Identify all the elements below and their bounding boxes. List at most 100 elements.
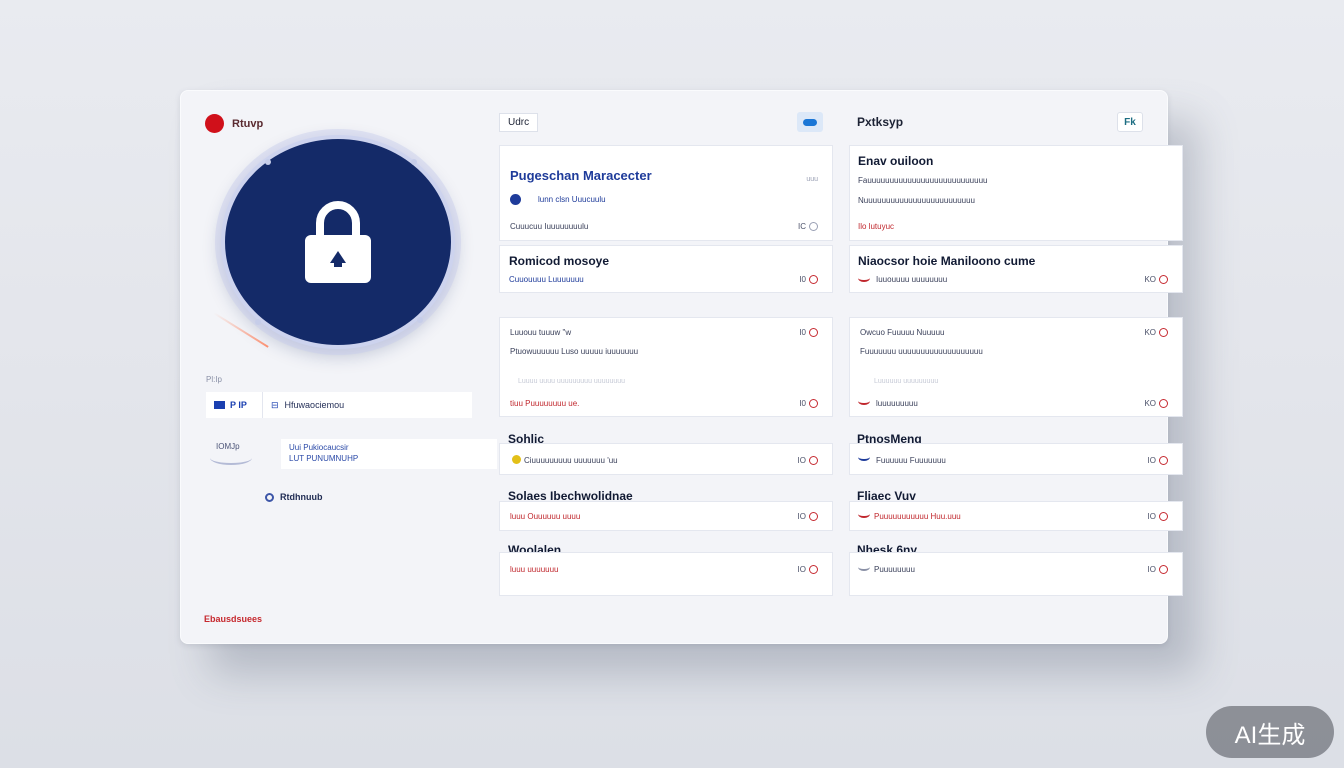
- kpi-ring-icon: [809, 456, 818, 465]
- card-faint: Luuuuuu uuuuuuuuu: [874, 378, 939, 385]
- kpi-ring-icon: [809, 275, 818, 284]
- arc-icon: [858, 274, 870, 282]
- status-dot-icon: [510, 194, 521, 205]
- col1-card-3[interactable]: Luuouu tuuuw "w I0 Ptuowuuuuuu Luso uuuu…: [499, 317, 833, 417]
- connection-label: IOMJp: [216, 442, 240, 451]
- arc-icon: [858, 397, 870, 405]
- locale-code: P IP: [230, 400, 247, 410]
- row-sub: Puuuuuuuuuuu Huu.uuu: [874, 512, 961, 521]
- col1-row-2[interactable]: luuu Ouuuuuu uuuu IO: [499, 501, 833, 531]
- radio-option[interactable]: Rtdhnuub: [265, 492, 322, 502]
- card-line-2: Nuuuuuuuuuuuuuuuuuuuuuuuuu: [858, 196, 976, 205]
- handle-dot: [417, 317, 423, 323]
- card-kpi: I0: [799, 328, 818, 337]
- kpi-value: IO: [797, 565, 806, 574]
- kpi-value: IO: [797, 512, 806, 521]
- col2-card-3[interactable]: Owcuo Fuuuuu Nuuuuu KO Fuuuuuuu uuuuuuuu…: [849, 317, 1183, 417]
- col2-row-2[interactable]: Puuuuuuuuuuu Huu.uuu IO: [849, 501, 1183, 531]
- curve-icon: [210, 451, 252, 465]
- kpi-ring-icon: [809, 222, 818, 231]
- card-line-1: Luuouu tuuuw "w: [510, 328, 572, 337]
- card-line-3: Ilo lutuyuc: [858, 222, 895, 231]
- col1-card-1[interactable]: Pugeschan Maracecter uuu lunn clsn Uuucu…: [499, 145, 833, 241]
- card-kpi: I0: [799, 399, 818, 408]
- row-kpi: IO: [1148, 565, 1168, 574]
- app-window: Rtuvp Pl:Ip P IP ⊟ Hfuwaociemou IOMJp Uu…: [180, 90, 1183, 644]
- col1-row-1[interactable]: Ciuuuuuuuuu uuuuuuu 'uu IO: [499, 443, 833, 475]
- card-title: Enav ouiloon: [858, 154, 934, 168]
- padlock-icon: [305, 201, 371, 283]
- col2-card-1[interactable]: Enav ouiloon Fauuuuuuuuuuuuuuuuuuuuuuuuu…: [849, 145, 1183, 241]
- kpi-ring-icon: [1159, 328, 1168, 337]
- arc-icon: [858, 510, 870, 518]
- card-line-2: Cuuucuu Iuuuuuuuulu: [510, 222, 589, 231]
- col2-card-2[interactable]: Niaocsor hoie Maniloono cume Iuuouuuu uu…: [849, 245, 1183, 293]
- col1-card-2[interactable]: Romicod mosoye Cuuouuuu Luuuuuuu I0: [499, 245, 833, 293]
- kpi-value: IO: [1147, 456, 1156, 465]
- card-kpi: KO: [1144, 328, 1168, 337]
- row-sub: Ciuuuuuuuuu uuuuuuu 'uu: [524, 456, 618, 465]
- row-kpi: IO: [798, 456, 818, 465]
- kpi-value: IC: [798, 222, 806, 231]
- radio-label: Rtdhnuub: [280, 492, 323, 502]
- card-kpi: KO: [1144, 399, 1168, 408]
- row-sub: Puuuuuuuu: [874, 565, 915, 574]
- locale-row[interactable]: P IP ⊟ Hfuwaociemou: [206, 392, 472, 418]
- kpi-value: I0: [799, 328, 806, 337]
- card-line-1: Fauuuuuuuuuuuuuuuuuuuuuuuuuuu: [858, 176, 988, 185]
- col2-row-3[interactable]: Puuuuuuuu IO: [849, 552, 1183, 596]
- divider: [262, 392, 263, 418]
- kpi-ring-icon: [1159, 565, 1168, 574]
- radio-icon: [265, 492, 274, 502]
- toggle-button[interactable]: [797, 112, 823, 132]
- brand[interactable]: Rtuvp: [205, 114, 263, 133]
- col1-row-3[interactable]: luuu uuuuuuu IO: [499, 552, 833, 596]
- card-line-2: Ptuowuuuuuu Luso uuuuu iuuuuuuu: [510, 347, 639, 356]
- card-meta: uuu: [806, 176, 818, 183]
- card-line-1: Owcuo Fuuuuu Nuuuuu: [860, 328, 945, 337]
- flag-icon: [214, 401, 225, 409]
- card-title: Romicod mosoye: [509, 254, 610, 268]
- card-kpi: IC: [798, 222, 818, 231]
- desktop-stage: Rtuvp Pl:Ip P IP ⊟ Hfuwaociemou IOMJp Uu…: [0, 0, 1344, 768]
- kpi-ring-icon: [809, 399, 818, 408]
- arc-icon: [858, 563, 870, 571]
- ai-watermark: AI生成: [1206, 706, 1334, 758]
- filter-button[interactable]: Fk: [1117, 112, 1143, 132]
- brand-name: Rtuvp: [232, 117, 264, 130]
- card-faint: Luuuu uuuu uuuuuuuuu uuuuuuuu: [518, 378, 626, 385]
- card-kpi: I0: [799, 275, 818, 284]
- kpi-ring-icon: [809, 512, 818, 521]
- kpi-value: KO: [1144, 328, 1156, 337]
- card-title: Niaocsor hoie Maniloono cume: [858, 254, 1036, 268]
- kpi-ring-icon: [809, 328, 818, 337]
- col1-tag[interactable]: Udrc: [499, 112, 539, 132]
- row-sub: luuu Ouuuuuu uuuu: [510, 512, 581, 521]
- toggle-icon: [803, 118, 817, 126]
- kpi-value: IO: [1147, 565, 1156, 574]
- handle-dot: [265, 159, 271, 165]
- kpi-ring-icon: [1159, 456, 1168, 465]
- row-kpi: IO: [1148, 456, 1168, 465]
- shield-icon: ⊟: [271, 399, 279, 410]
- kpi-value: I0: [799, 275, 806, 284]
- row-kpi: IO: [1148, 512, 1168, 521]
- card-line-3: tiuu Puuuuuuuu ue.: [510, 399, 580, 408]
- row-sub: luuu uuuuuuu: [510, 565, 559, 574]
- kpi-value: IO: [1147, 512, 1156, 521]
- col2-header: Pxtksyp Fk: [857, 112, 1143, 132]
- col2-row-1[interactable]: Fuuuuuu Fuuuuuuu IO: [849, 443, 1183, 475]
- connection-box[interactable]: Uui Pukiocaucsir LUT PUNUMNUHP: [281, 439, 497, 469]
- kpi-value: KO: [1144, 275, 1156, 284]
- connection-line-2: LUT PUNUMNUHP: [289, 454, 359, 463]
- footer-link[interactable]: Ebausdsuees: [204, 614, 262, 624]
- card-kpi: KO: [1144, 275, 1168, 284]
- card-sub: Iuuouuuu uuuuuuuu: [876, 275, 948, 284]
- row-sub: Fuuuuuu Fuuuuuuu: [876, 456, 946, 465]
- kpi-value: IO: [797, 456, 806, 465]
- row-kpi: IO: [798, 565, 818, 574]
- kpi-ring-icon: [1159, 399, 1168, 408]
- connection-row[interactable]: IOMJp Uui Pukiocaucsir LUT PUNUMNUHP: [206, 439, 497, 471]
- connection-line-1: Uui Pukiocaucsir: [289, 443, 349, 452]
- section-label: Pl:Ip: [206, 375, 223, 384]
